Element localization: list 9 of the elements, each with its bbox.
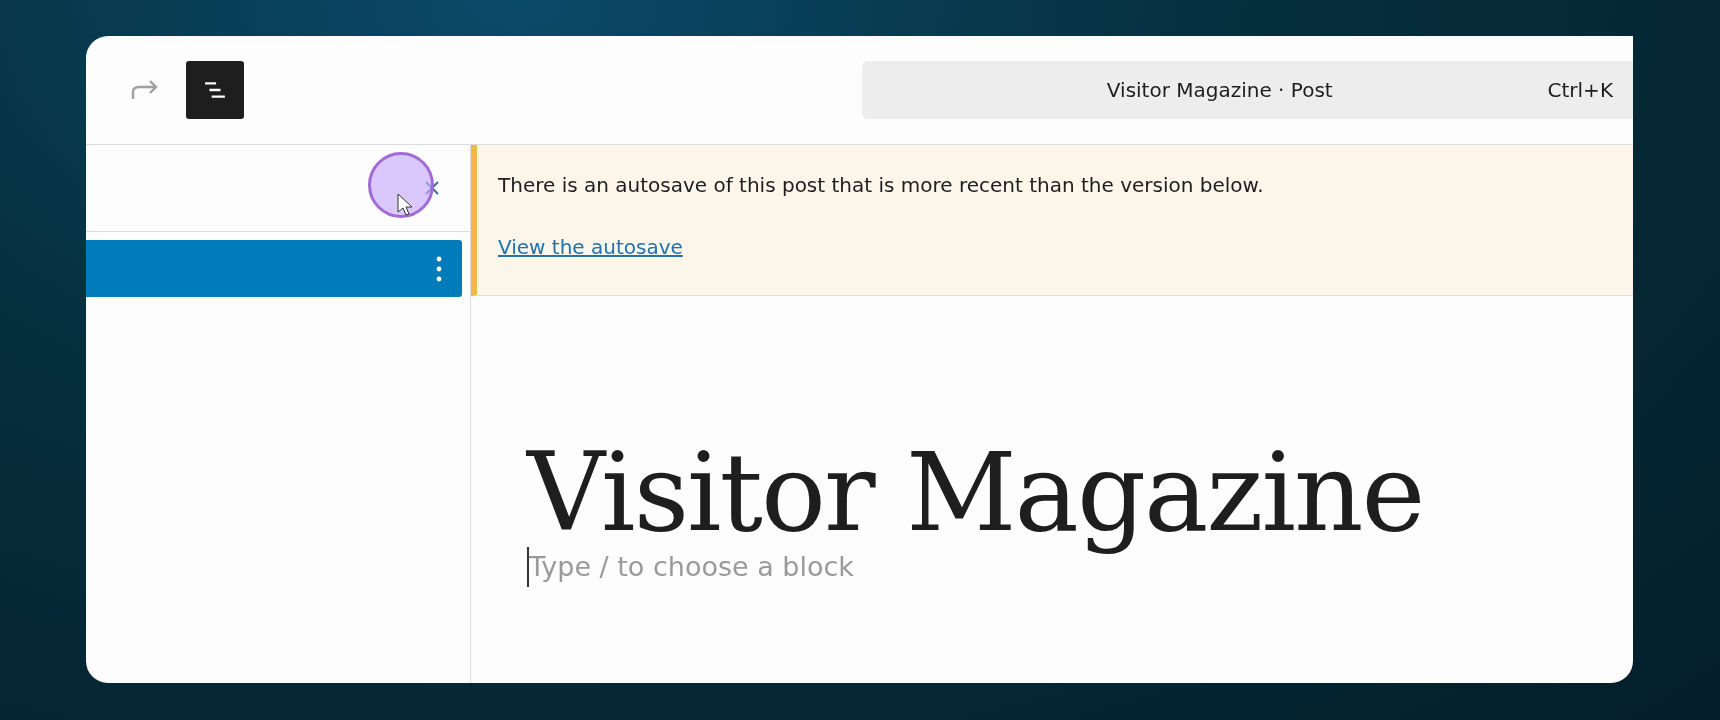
view-autosave-link[interactable]: View the autosave <box>498 235 683 259</box>
notice-message: There is an autosave of this post that is more recent than the version below. <box>498 173 1264 197</box>
options-icon[interactable] <box>436 255 442 282</box>
post-title[interactable]: Visitor Magazine <box>527 434 1633 553</box>
shortcut-hint: Ctrl+K <box>1547 78 1614 102</box>
command-bar[interactable]: Visitor Magazine · Post Ctrl+K <box>862 61 1633 119</box>
cursor-icon <box>397 193 413 217</box>
redo-icon[interactable] <box>130 79 160 101</box>
list-view-button[interactable] <box>186 61 244 119</box>
